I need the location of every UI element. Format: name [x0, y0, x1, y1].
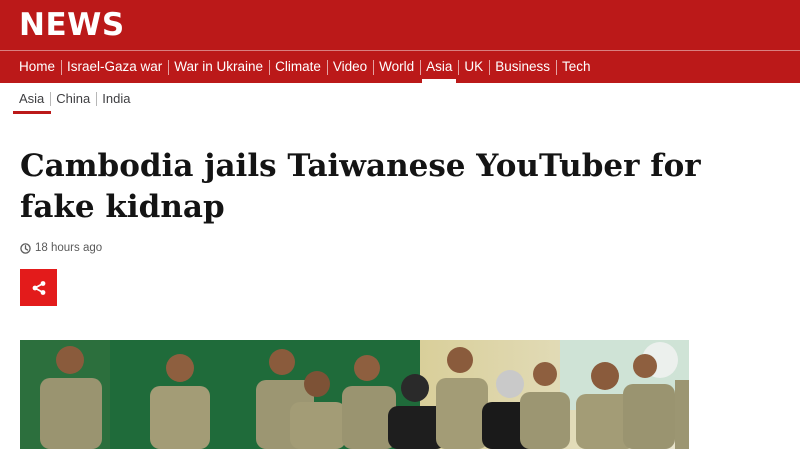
nav-item-video[interactable]: Video	[326, 51, 373, 83]
share-button[interactable]	[20, 269, 57, 306]
share-icon	[32, 280, 45, 295]
news-logo[interactable]: NEWS	[19, 7, 125, 43]
nav-item-war-in-ukraine[interactable]: War in Ukraine	[168, 51, 269, 83]
masthead: NEWS Home Israel-Gaza war War in Ukraine…	[0, 0, 800, 83]
nav-item-climate[interactable]: Climate	[269, 51, 327, 83]
lead-photo-illustration	[20, 340, 689, 449]
secondary-nav: Asia China India	[13, 88, 136, 110]
subnav-item-asia[interactable]: Asia	[13, 88, 50, 110]
nav-item-business[interactable]: Business	[489, 51, 556, 83]
nav-item-tech[interactable]: Tech	[555, 51, 597, 83]
primary-nav: Home Israel-Gaza war War in Ukraine Clim…	[13, 51, 597, 83]
nav-item-israel-gaza-war[interactable]: Israel-Gaza war	[61, 51, 168, 83]
nav-item-asia[interactable]: Asia	[420, 51, 458, 83]
subnav-item-india[interactable]: India	[96, 88, 136, 110]
article-lead-image	[20, 340, 689, 449]
clock-icon	[20, 242, 31, 254]
timestamp-text: 18 hours ago	[35, 242, 103, 254]
nav-item-world[interactable]: World	[373, 51, 420, 83]
article-headline: Cambodia jails Taiwanese YouTuber for fa…	[20, 148, 701, 225]
nav-item-uk[interactable]: UK	[458, 51, 489, 83]
nav-item-home[interactable]: Home	[13, 51, 61, 83]
subnav-item-china[interactable]: China	[50, 88, 96, 110]
article-timestamp: 18 hours ago	[20, 240, 102, 256]
subnav-active-indicator	[13, 111, 51, 114]
